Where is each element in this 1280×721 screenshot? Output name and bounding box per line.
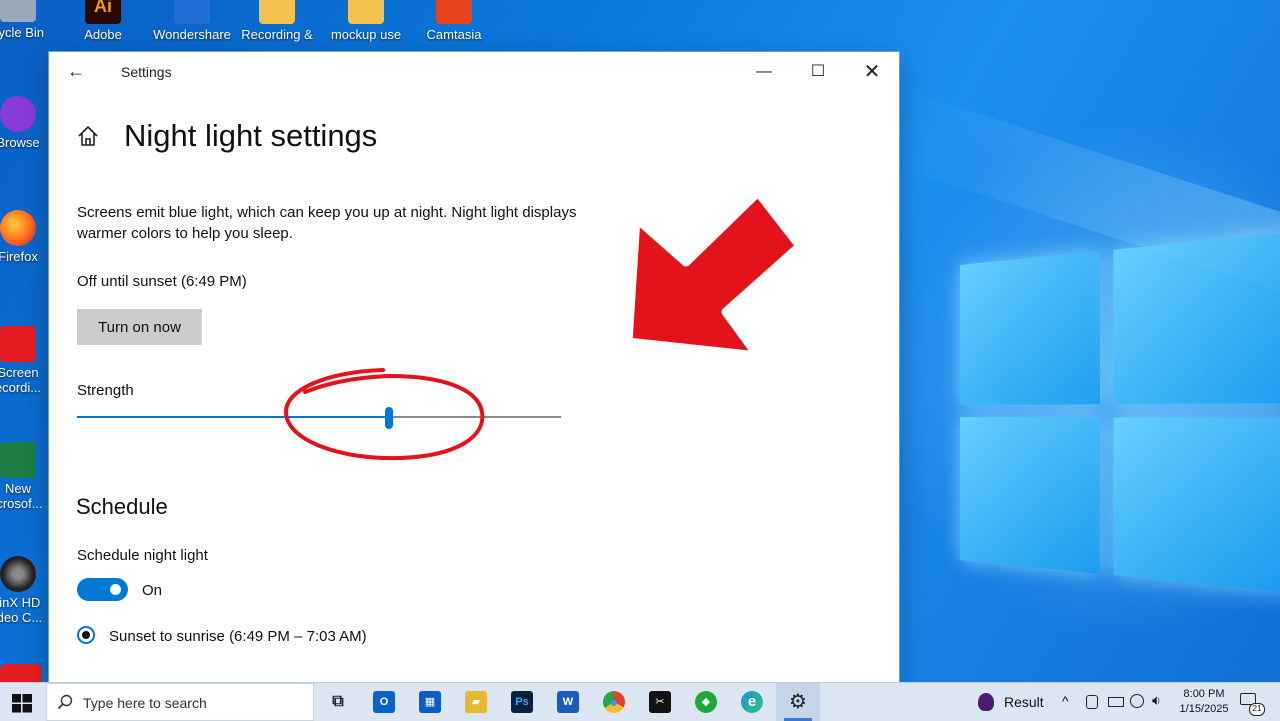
gear-icon: ⚙ bbox=[789, 691, 807, 713]
night-light-status: Off until sunset (6:49 PM) bbox=[77, 273, 247, 290]
slider-fill bbox=[77, 416, 389, 418]
toggle-state-label: On bbox=[142, 582, 163, 599]
schedule-night-light-label: Schedule night light bbox=[77, 547, 208, 564]
taskbar-edge[interactable]: e bbox=[730, 683, 774, 721]
taskbar-green-app[interactable]: ◆ bbox=[684, 683, 728, 721]
taskbar-capcut[interactable]: ✂ bbox=[638, 683, 682, 721]
browser-icon bbox=[0, 96, 36, 132]
strength-label: Strength bbox=[77, 382, 134, 399]
result-widget[interactable]: Result bbox=[976, 683, 1046, 721]
home-icon[interactable] bbox=[77, 125, 99, 147]
taskbar-settings[interactable]: ⚙ bbox=[776, 683, 820, 721]
adobe-illustrator-icon: Ai bbox=[85, 0, 121, 24]
taskbar-outlook[interactable]: O bbox=[362, 683, 406, 721]
firefox-icon bbox=[0, 210, 36, 246]
taskbar-word[interactable]: W bbox=[546, 683, 590, 721]
desktop-icon-camtasia[interactable]: Camtasia bbox=[414, 0, 494, 42]
task-view-icon: ⧉ bbox=[332, 693, 344, 710]
result-icon bbox=[978, 693, 994, 711]
sunset-to-sunrise-radio[interactable] bbox=[77, 626, 95, 644]
folder-icon bbox=[348, 0, 384, 24]
close-button[interactable]: ✕ bbox=[849, 58, 895, 86]
back-arrow-icon[interactable]: ← bbox=[67, 61, 85, 82]
strength-slider[interactable] bbox=[77, 407, 561, 429]
title-bar: ← Settings — ☐ ✕ bbox=[49, 52, 899, 90]
folder-icon: ▰ bbox=[465, 691, 487, 713]
store-icon: ▦ bbox=[419, 691, 441, 713]
capcut-icon: ✂ bbox=[649, 691, 671, 713]
maximize-button[interactable]: ☐ bbox=[795, 58, 841, 86]
radio-dot bbox=[82, 631, 90, 639]
toggle-knob bbox=[110, 584, 121, 595]
desktop-icon-mockup-folder[interactable]: mockup use bbox=[326, 0, 406, 42]
screen-recorder-icon bbox=[0, 326, 36, 362]
taskbar-store[interactable]: ▦ bbox=[408, 683, 452, 721]
edge-icon: e bbox=[741, 691, 763, 713]
windows-logo-wallpaper bbox=[960, 232, 1280, 593]
desktop-icon-recording-folder[interactable]: Recording & bbox=[237, 0, 317, 42]
globe-icon[interactable] bbox=[1130, 694, 1144, 708]
result-label: Result bbox=[1004, 694, 1044, 710]
desktop-icon-adobe[interactable]: Ai Adobe bbox=[63, 0, 143, 42]
taskbar-file-explorer[interactable]: ▰ bbox=[454, 683, 498, 721]
minimize-button[interactable]: — bbox=[741, 58, 787, 86]
recycle-bin-icon bbox=[0, 0, 36, 22]
description-text: Screens emit blue light, which can keep … bbox=[77, 204, 577, 242]
tray-chevron-icon[interactable]: ^ bbox=[1062, 693, 1069, 709]
tray-meet-icon[interactable] bbox=[1086, 695, 1098, 709]
wondershare-icon bbox=[174, 0, 210, 24]
notification-center-icon[interactable]: 21 bbox=[1240, 691, 1265, 716]
search-icon bbox=[57, 694, 73, 710]
schedule-toggle[interactable] bbox=[77, 578, 128, 601]
settings-window: ← Settings — ☐ ✕ Night light settings Sc… bbox=[49, 52, 899, 682]
taskbar-task-view[interactable]: ⧉ bbox=[316, 683, 360, 721]
taskbar-search[interactable] bbox=[46, 683, 314, 721]
turn-on-now-button[interactable]: Turn on now bbox=[77, 309, 202, 345]
page-title: Night light settings bbox=[124, 118, 378, 153]
desktop-icon-wondershare[interactable]: Wondershare bbox=[150, 0, 234, 42]
desktop-icon-recycle-bin[interactable]: cycle Bin bbox=[0, 0, 58, 40]
camtasia-icon bbox=[436, 0, 472, 24]
windows-start-icon[interactable] bbox=[10, 691, 34, 715]
slider-thumb[interactable] bbox=[385, 407, 393, 429]
battery-icon[interactable] bbox=[1108, 697, 1124, 707]
word-icon: W bbox=[557, 691, 579, 713]
taskbar-photoshop[interactable]: Ps bbox=[500, 683, 544, 721]
sunset-to-sunrise-label: Sunset to sunrise (6:49 PM – 7:03 AM) bbox=[109, 628, 367, 645]
search-input[interactable] bbox=[83, 693, 303, 713]
taskbar-clock[interactable]: 8:00 PM 1/15/2025 bbox=[1168, 687, 1240, 717]
taskbar: ⧉ O ▦ ▰ Ps W ● ✂ ◆ e ⚙ Result ^ 🔉︎ 8:00 … bbox=[0, 682, 1280, 721]
volume-icon[interactable]: 🔉︎ bbox=[1152, 692, 1161, 709]
schedule-heading: Schedule bbox=[76, 494, 168, 519]
clock-date: 1/15/2025 bbox=[1179, 703, 1229, 715]
window-title: Settings bbox=[121, 64, 172, 80]
excel-icon bbox=[0, 442, 36, 478]
taskbar-chrome[interactable]: ● bbox=[592, 683, 636, 721]
green-app-icon: ◆ bbox=[695, 691, 717, 713]
notification-badge: 21 bbox=[1249, 703, 1265, 716]
film-reel-icon bbox=[0, 556, 36, 592]
photoshop-icon: Ps bbox=[511, 691, 533, 713]
chrome-icon: ● bbox=[603, 691, 625, 713]
folder-icon bbox=[259, 0, 295, 24]
desktop-icon-partial[interactable] bbox=[0, 664, 42, 682]
outlook-icon: O bbox=[373, 691, 395, 713]
clock-time: 8:00 PM bbox=[1183, 688, 1225, 700]
